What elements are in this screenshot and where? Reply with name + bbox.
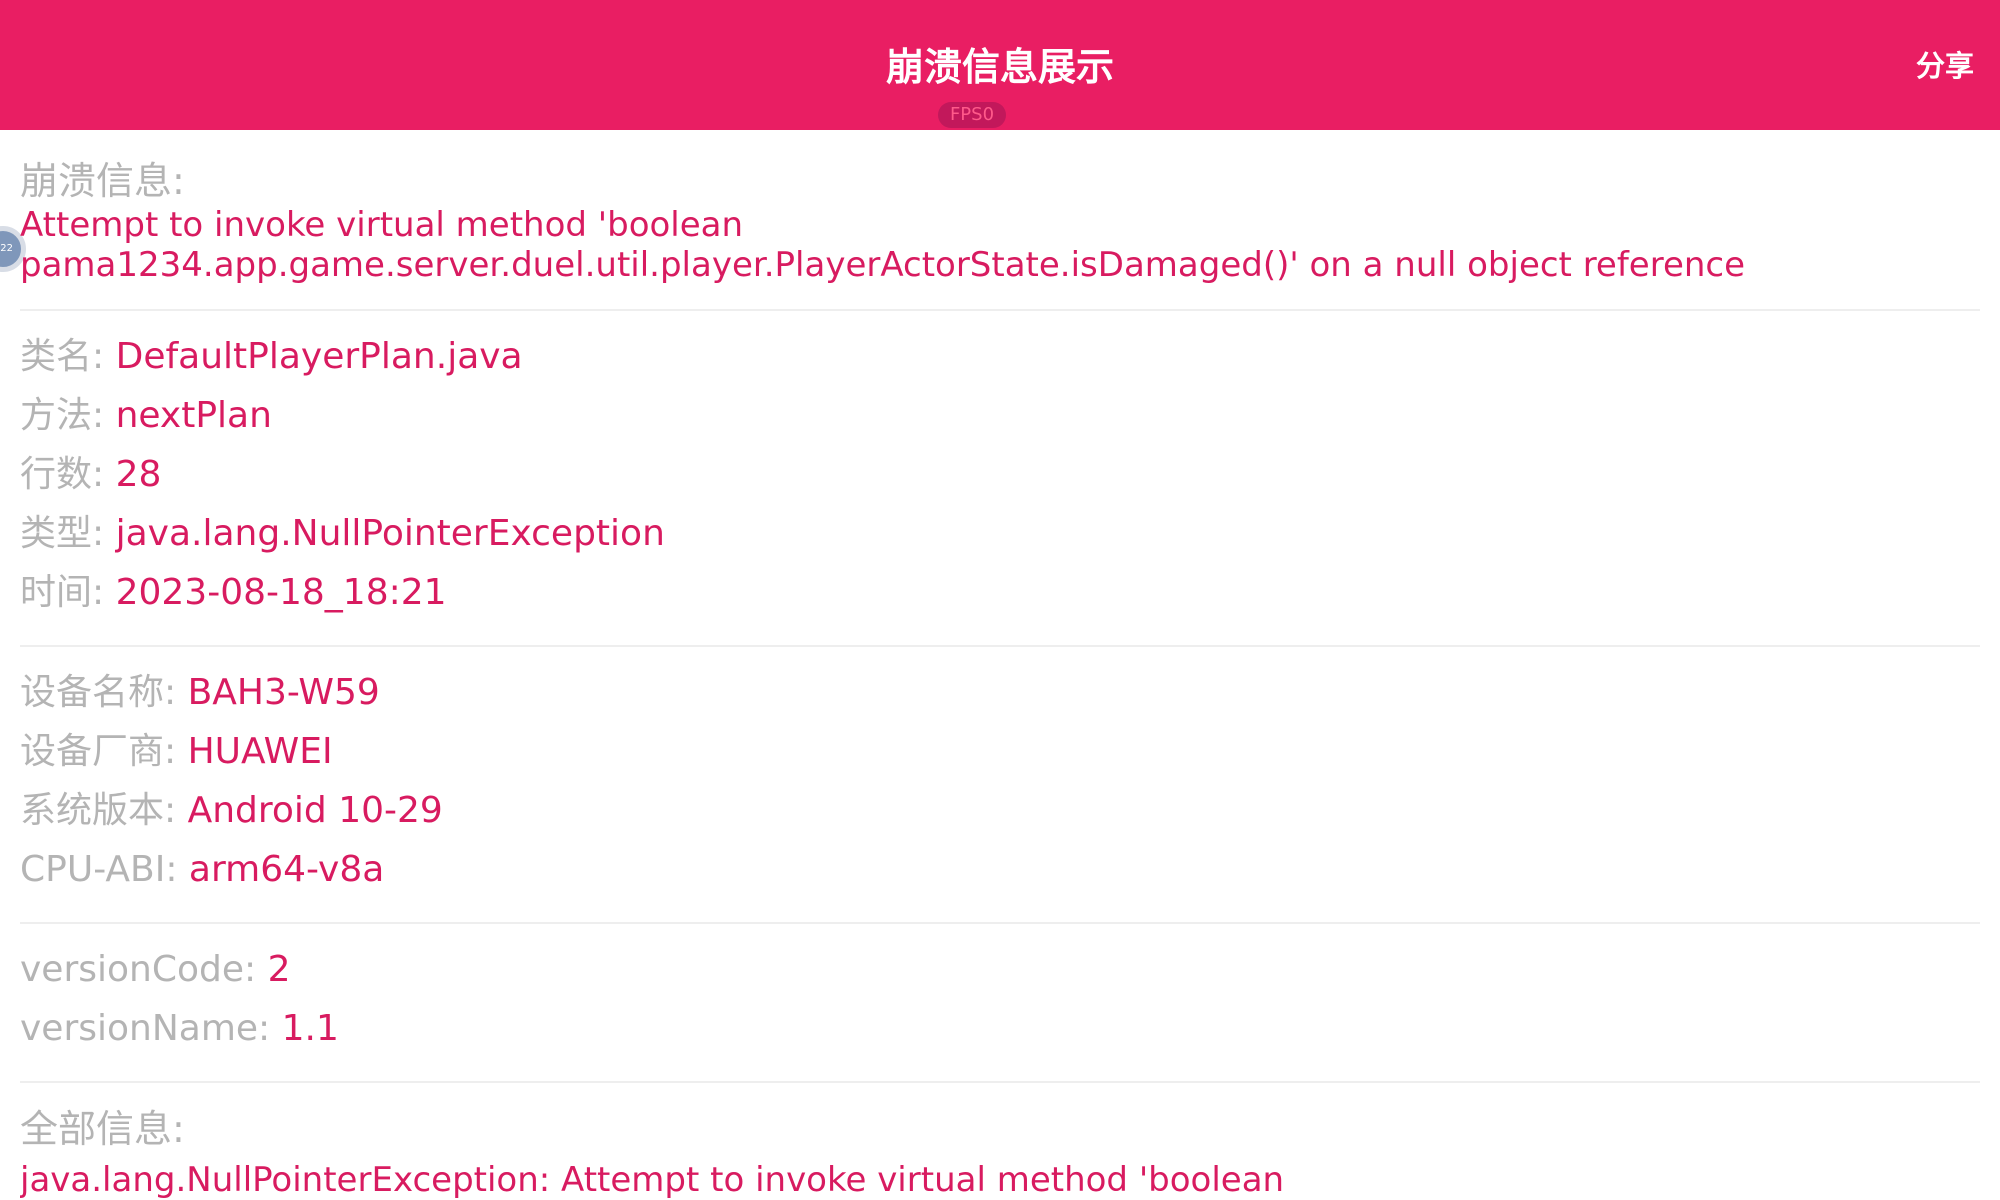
version-name-row: versionName: 1.1 [20,1002,339,1056]
version-code-label: versionCode: [20,949,257,990]
cpu-abi-label: CPU-ABI: [20,849,178,890]
device-name-row: 设备名称: BAH3-W59 [20,666,380,720]
type-row: 类型: java.lang.NullPointerException [20,507,665,561]
all-info-text: java.lang.NullPointerException: Attempt … [20,1160,1285,1200]
device-name-label: 设备名称: [20,672,177,713]
device-vendor-label: 设备厂商: [20,731,177,772]
device-name-value: BAH3-W59 [187,672,380,713]
crash-info-title: 崩溃信息: [20,159,185,203]
os-version-row: 系统版本: Android 10-29 [20,784,443,838]
share-button[interactable]: 分享 [1916,44,1974,88]
time-row: 时间: 2023-08-18_18:21 [20,566,447,620]
method-value: nextPlan [115,395,272,436]
class-value: DefaultPlayerPlan.java [115,336,523,377]
crash-message: Attempt to invoke virtual method 'boolea… [20,205,1746,285]
device-vendor-row: 设备厂商: HUAWEI [20,725,333,779]
class-row: 类名: DefaultPlayerPlan.java [20,330,523,384]
fps-badge: FPS0 [938,102,1006,128]
section-divider [20,1081,1980,1083]
method-label: 方法: [20,395,105,436]
line-row: 行数: 28 [20,448,161,502]
version-code-row: versionCode: 2 [20,943,291,997]
method-row: 方法: nextPlan [20,389,272,443]
os-version-label: 系统版本: [20,790,177,831]
os-version-value: Android 10-29 [187,790,443,831]
app-bar: 崩溃信息展示 分享 FPS0 [0,0,2000,130]
section-divider [20,645,1980,647]
device-vendor-value: HUAWEI [187,731,333,772]
cpu-abi-value: arm64-v8a [188,849,385,890]
time-label: 时间: [20,572,105,613]
version-name-label: versionName: [20,1008,271,1049]
all-info-title: 全部信息: [20,1107,185,1151]
time-value: 2023-08-18_18:21 [115,572,447,613]
line-label: 行数: [20,454,105,495]
version-name-value: 1.1 [281,1008,339,1049]
line-value: 28 [115,454,162,495]
section-divider [20,922,1980,924]
version-code-value: 2 [267,949,291,990]
page-title: 崩溃信息展示 [885,45,1114,89]
type-label: 类型: [20,513,105,554]
type-value: java.lang.NullPointerException [115,513,665,554]
class-label: 类名: [20,336,105,377]
section-divider [20,309,1980,311]
crash-info-screen: 崩溃信息展示 分享 FPS0 22 崩溃信息: Attempt to invok… [0,0,2000,1200]
cpu-abi-row: CPU-ABI: arm64-v8a [20,843,384,897]
